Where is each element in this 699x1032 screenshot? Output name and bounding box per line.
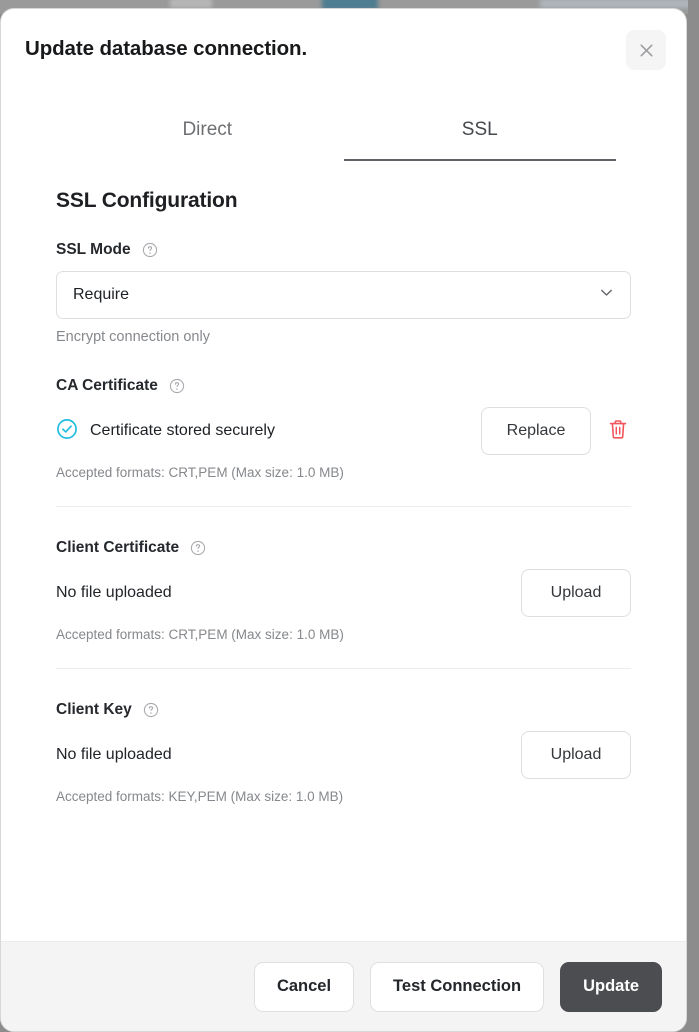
dialog-body: SSL Configuration SSL Mode Require Encry… [1, 161, 686, 941]
ssl-mode-select[interactable]: Require [56, 271, 631, 319]
ca-certificate-actions: Replace [481, 407, 631, 455]
ca-certificate-label-row: CA Certificate [56, 377, 631, 395]
ca-certificate-row: Certificate stored securely Replace [56, 407, 631, 455]
ssl-configuration-heading: SSL Configuration [56, 189, 238, 212]
question-mark-icon[interactable] [169, 378, 185, 394]
client-certificate-label: Client Certificate [56, 539, 180, 556]
background-blob [170, 0, 212, 8]
update-button[interactable]: Update [560, 961, 662, 1012]
question-mark-icon[interactable] [142, 242, 158, 258]
client-key-upload-button[interactable]: Upload [521, 731, 631, 779]
ca-certificate-status-text: Certificate stored securely [90, 422, 275, 439]
client-key-actions: Upload [521, 731, 631, 779]
section-divider [56, 668, 631, 669]
client-certificate-status-text: No file uploaded [56, 584, 172, 601]
background-blob [540, 0, 699, 8]
connection-mode-tabs: Direct SSL [1, 93, 686, 161]
trash-icon [607, 418, 629, 444]
close-dialog-button[interactable] [626, 30, 666, 70]
ca-certificate-status: Certificate stored securely [56, 418, 275, 445]
ssl-mode-field: SSL Mode Require Encrypt connection only [56, 241, 631, 345]
client-certificate-accepted-text: Accepted formats: CRT,PEM (Max size: 1.0… [56, 627, 344, 642]
page-gutter [688, 0, 699, 1032]
client-certificate-actions: Upload [521, 569, 631, 617]
ca-certificate-replace-button[interactable]: Replace [481, 407, 591, 455]
close-icon [637, 41, 656, 60]
client-key-label-row: Client Key [56, 701, 631, 719]
update-database-connection-dialog: Update database connection. Direct SSL S… [0, 8, 687, 1032]
client-key-row: No file uploaded Upload [56, 731, 631, 779]
client-key-accepted-text: Accepted formats: KEY,PEM (Max size: 1.0… [56, 789, 344, 804]
ca-certificate-accepted-text: Accepted formats: CRT,PEM (Max size: 1.0… [56, 465, 344, 480]
ca-certificate-delete-button[interactable] [605, 416, 631, 446]
client-key-label: Client Key [56, 701, 132, 718]
client-key-status: No file uploaded [56, 746, 172, 764]
dialog-header: Update database connection. [1, 9, 686, 89]
client-certificate-status: No file uploaded [56, 584, 172, 602]
ssl-mode-select-wrap: Require [56, 271, 631, 319]
question-mark-icon[interactable] [143, 702, 159, 718]
check-circle-icon [56, 418, 78, 445]
question-mark-icon[interactable] [190, 540, 206, 556]
client-certificate-label-row: Client Certificate [56, 539, 631, 557]
cancel-button[interactable]: Cancel [253, 961, 355, 1012]
client-certificate-row: No file uploaded Upload [56, 569, 631, 617]
ca-certificate-field: CA Certificate Certificate stored secure… [56, 377, 631, 507]
dialog-title: Update database connection. [25, 37, 308, 60]
section-divider [56, 506, 631, 507]
client-certificate-field: Client Certificate No file uploaded Uplo… [56, 539, 631, 669]
client-key-status-text: No file uploaded [56, 746, 172, 763]
client-certificate-upload-button[interactable]: Upload [521, 569, 631, 617]
test-connection-button[interactable]: Test Connection [370, 961, 545, 1012]
client-key-field: Client Key No file uploaded Upload Accep… [56, 701, 631, 804]
tab-ssl[interactable]: SSL [343, 117, 616, 161]
ssl-mode-label: SSL Mode [56, 241, 131, 258]
tab-direct[interactable]: Direct [71, 117, 344, 161]
ca-certificate-label: CA Certificate [56, 377, 158, 394]
dialog-footer: Cancel Test Connection Update [1, 941, 686, 1031]
ssl-mode-label-row: SSL Mode [56, 241, 631, 259]
ssl-mode-helper-text: Encrypt connection only [56, 329, 210, 345]
